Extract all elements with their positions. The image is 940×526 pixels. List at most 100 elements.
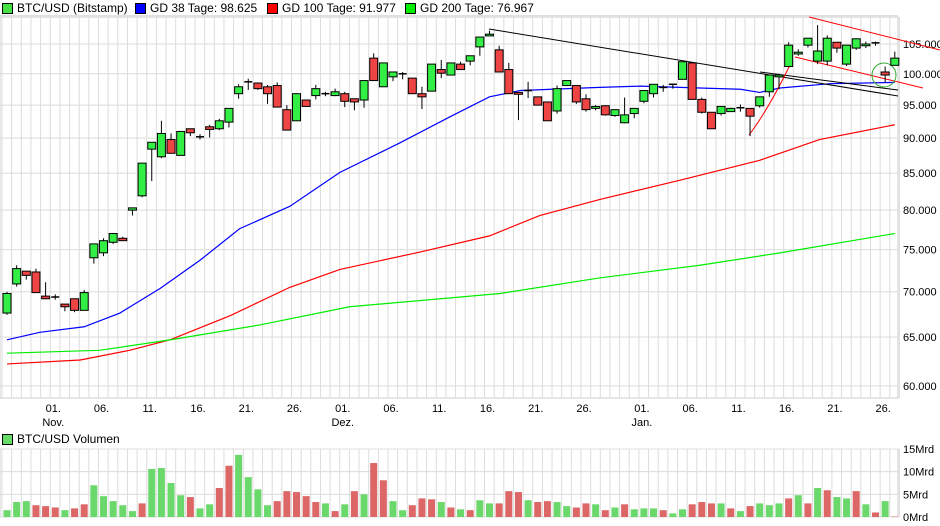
candle-body: [12, 268, 22, 285]
volume-bar: [428, 499, 436, 517]
candle-body: [21, 270, 31, 276]
x-tick-label: 16.: [190, 403, 205, 415]
volume-bar: [495, 503, 503, 517]
y-tick-label: 95.000: [903, 100, 937, 112]
candle-body: [156, 132, 166, 158]
volume-bar: [42, 506, 50, 517]
volume-bar: [534, 502, 542, 517]
candle-body: [2, 292, 12, 314]
volume-bar: [71, 508, 79, 517]
volume-bar: [524, 500, 532, 517]
moving-average-line: [6, 81, 895, 341]
y-tick-label: 80.000: [903, 205, 937, 217]
volume-bar: [582, 503, 590, 517]
volume-bar: [399, 510, 407, 517]
volume-bar: [505, 491, 513, 517]
volume-bar: [128, 511, 136, 517]
volume-bar: [177, 495, 185, 517]
x-tick-label: 16.: [779, 403, 794, 415]
x-tick-label: 11.: [731, 403, 745, 415]
volume-bar: [61, 510, 69, 517]
volume-bar: [264, 505, 272, 517]
volume-tick-label: 0Mrd: [903, 512, 928, 524]
candle-body: [446, 62, 456, 76]
volume-bar: [852, 491, 860, 517]
candle-body: [147, 141, 157, 150]
volume-bar: [717, 503, 725, 517]
volume-bar: [650, 508, 658, 517]
moving-average-line: [6, 232, 895, 354]
x-tick-label: 01.: [46, 403, 61, 415]
volume-bar: [148, 468, 156, 517]
x-tick-label: 06.: [383, 403, 398, 415]
candle-body: [166, 139, 176, 154]
volume-bar: [186, 497, 194, 517]
volume-bar: [881, 501, 889, 517]
candle-body: [234, 86, 244, 95]
volume-bar: [22, 501, 30, 517]
candle-body: [542, 101, 552, 122]
volume-bar: [109, 501, 117, 517]
volume-bar: [157, 468, 165, 517]
volume-bar: [254, 489, 262, 517]
volume-bar: [13, 502, 21, 517]
candle-body: [803, 37, 813, 46]
candle-body: [407, 77, 417, 95]
y-tick-label: 100.000: [903, 69, 940, 81]
candle-body: [41, 295, 51, 300]
volume-bar: [698, 502, 706, 517]
volume-bar: [833, 497, 841, 517]
volume-bar: [293, 492, 300, 517]
candle-body: [851, 38, 861, 49]
volume-bar: [746, 506, 754, 517]
volume-bar: [466, 510, 474, 517]
volume-bar: [814, 487, 822, 517]
candle-body: [813, 50, 823, 62]
volume-bar: [736, 511, 744, 517]
volume-bar: [601, 510, 609, 517]
volume-bar: [775, 503, 783, 517]
candle-body: [70, 298, 80, 311]
x-month-label: Jan.: [632, 417, 653, 429]
candle-body: [890, 57, 900, 66]
candle-body: [272, 85, 282, 108]
volume-bar: [215, 487, 223, 517]
volume-bar: [727, 508, 735, 517]
x-tick-label: 11.: [432, 403, 446, 415]
volume-bar: [688, 504, 696, 517]
volume-bar: [244, 477, 252, 517]
volume-bar: [823, 490, 831, 517]
candle-body: [99, 240, 108, 254]
candle-body: [427, 63, 437, 92]
moving-average-line: [6, 124, 895, 365]
volume-bar: [32, 505, 40, 517]
candle-body: [475, 36, 485, 48]
candle-body: [214, 120, 224, 130]
candle-body: [263, 86, 273, 95]
y-tick-label: 75.000: [903, 245, 937, 257]
candle-body: [649, 83, 659, 95]
candle-body: [436, 69, 446, 74]
candle-body: [359, 80, 369, 101]
candle-body: [349, 98, 359, 103]
candle-body: [485, 33, 494, 37]
volume-bar: [321, 503, 329, 517]
volume-bar: [418, 498, 426, 517]
x-tick-label: 21.: [827, 403, 842, 415]
volume-bar: [543, 501, 551, 517]
x-tick-label: 06.: [94, 403, 109, 415]
volume-bar: [90, 485, 98, 517]
volume-bar: [707, 503, 715, 517]
volume-tick-label: 5Mrd: [903, 489, 928, 501]
volume-bar: [862, 504, 870, 517]
volume-bar: [167, 483, 175, 517]
candle-body: [378, 62, 388, 88]
candle-body: [861, 43, 871, 47]
volume-bar: [659, 510, 667, 517]
candle-body: [513, 91, 523, 95]
candle-body: [330, 91, 340, 97]
x-tick-label: 16.: [480, 403, 495, 415]
volume-bar: [379, 480, 387, 517]
candle-body: [591, 105, 601, 109]
volume-bar: [138, 503, 146, 517]
